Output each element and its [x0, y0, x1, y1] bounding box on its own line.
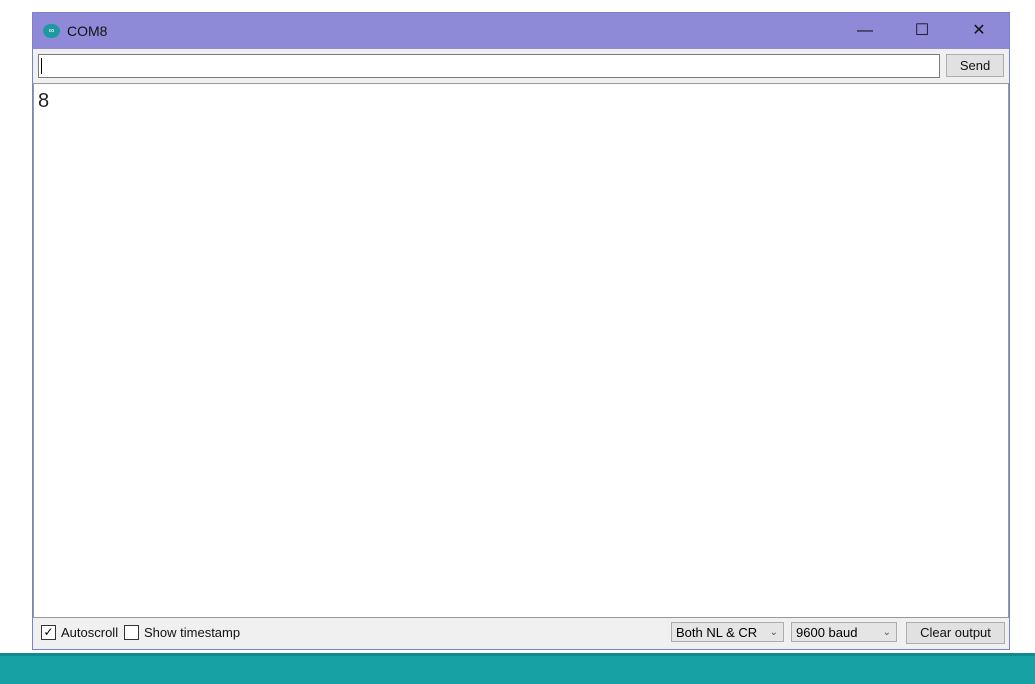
window-title: COM8 [67, 23, 107, 39]
text-caret [41, 58, 42, 74]
serial-monitor-window: ∞ COM8 — ☐ ✕ Send 8 ✓ Autoscroll Show ti… [32, 12, 1010, 650]
serial-output[interactable]: 8 [33, 83, 1009, 618]
clear-output-button[interactable]: Clear output [906, 622, 1005, 644]
line-ending-select[interactable]: Both NL & CR ⌄ [671, 622, 784, 642]
baud-value: 9600 baud [796, 625, 857, 640]
maximize-button[interactable]: ☐ [894, 13, 950, 49]
timestamp-checkbox[interactable] [124, 625, 139, 640]
timestamp-label: Show timestamp [144, 625, 240, 640]
close-button[interactable]: ✕ [951, 13, 1007, 49]
autoscroll-label: Autoscroll [61, 625, 118, 640]
output-text: 8 [38, 90, 49, 113]
arduino-logo-icon: ∞ [43, 24, 60, 38]
line-ending-value: Both NL & CR [676, 625, 757, 640]
minimize-button[interactable]: — [837, 13, 893, 49]
chevron-down-icon: ⌄ [770, 623, 778, 643]
baud-select[interactable]: 9600 baud ⌄ [791, 622, 897, 642]
send-input[interactable] [38, 54, 940, 78]
chevron-down-icon: ⌄ [883, 623, 891, 643]
taskbar-background [0, 653, 1035, 684]
send-button[interactable]: Send [946, 54, 1004, 77]
autoscroll-checkbox[interactable]: ✓ [41, 625, 56, 640]
title-bar: ∞ COM8 — ☐ ✕ [33, 13, 1009, 49]
